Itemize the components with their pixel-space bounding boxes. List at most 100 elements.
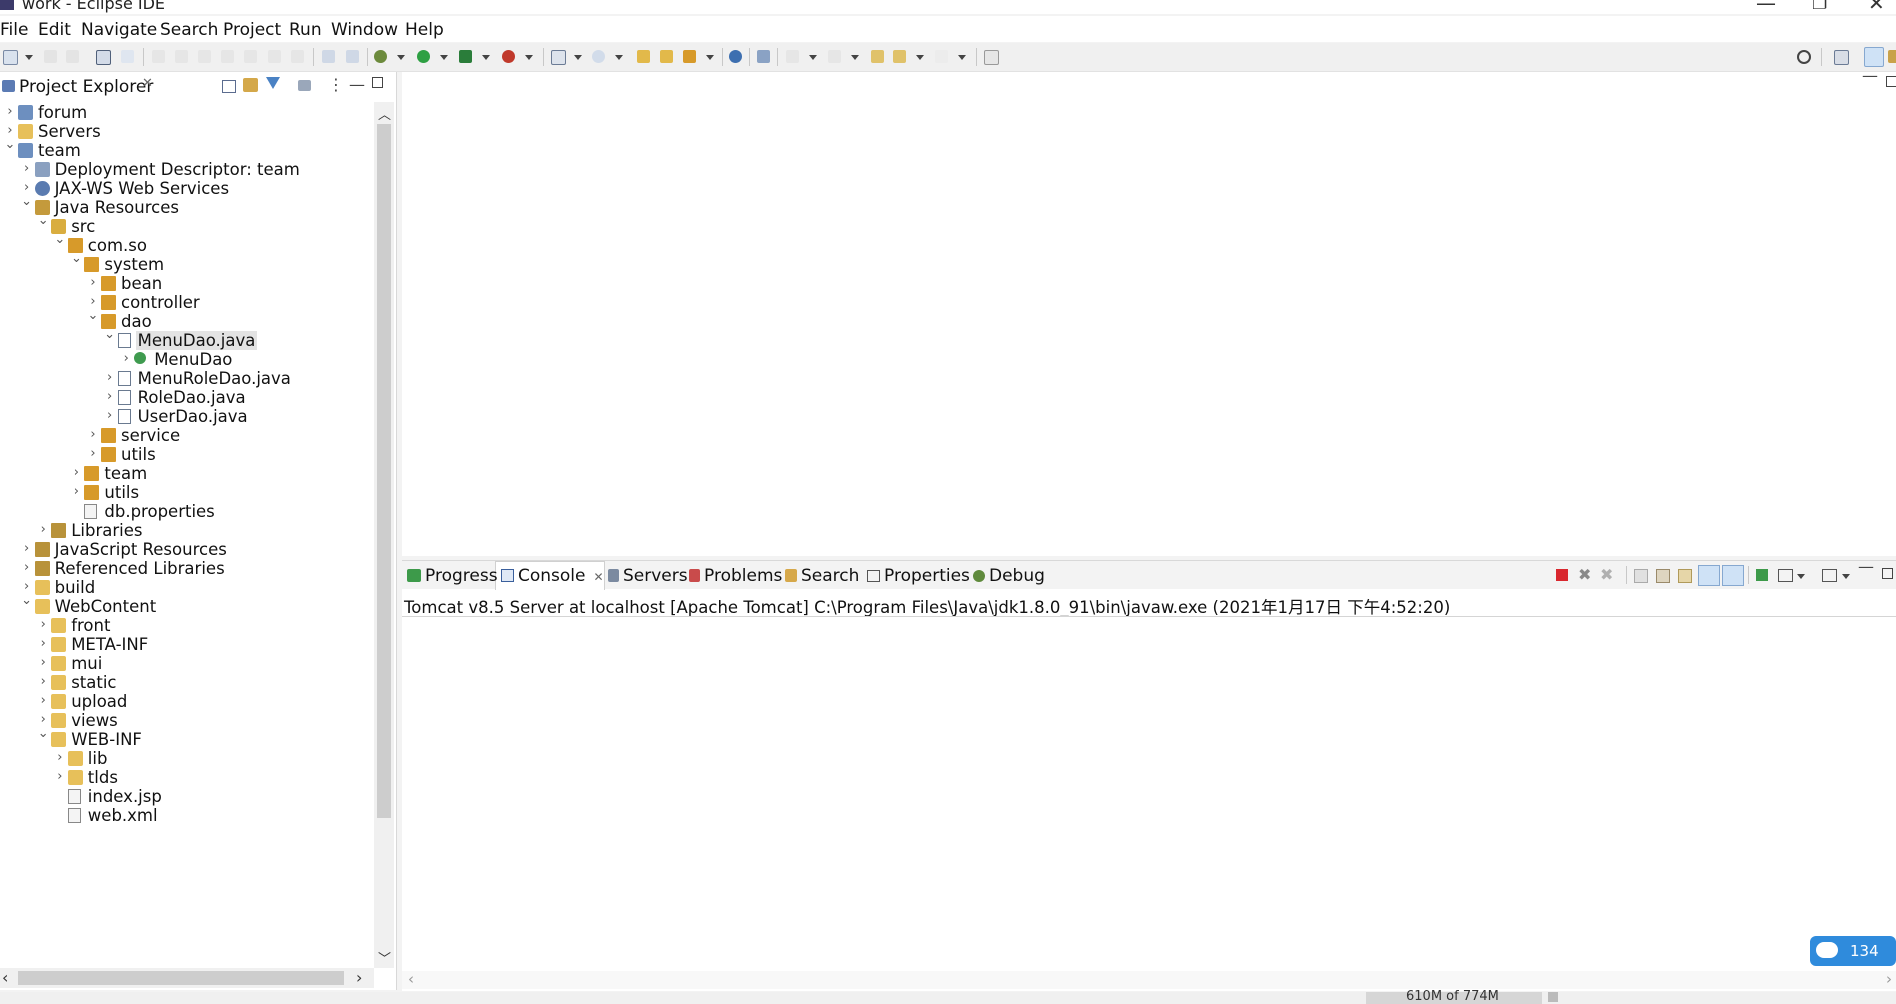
drop-to-frame-icon[interactable] (322, 50, 335, 63)
remove-launch-icon[interactable]: ✖ (1578, 565, 1591, 584)
scrollbar-thumb[interactable] (18, 971, 344, 985)
open-console-dropdown-icon[interactable] (1842, 574, 1850, 579)
next-annotation-icon[interactable] (786, 50, 799, 63)
new-server-icon[interactable] (551, 50, 566, 65)
chevron-right-icon[interactable]: › (70, 485, 82, 499)
close-view-icon[interactable]: ✕ (142, 76, 153, 91)
java-ee-perspective-icon[interactable] (1864, 47, 1884, 67)
maximize-console-icon[interactable] (1882, 568, 1893, 579)
chevron-right-icon[interactable]: › (37, 618, 49, 632)
chevron-right-icon[interactable]: › (37, 713, 49, 727)
chevron-right-icon[interactable]: › (37, 637, 49, 651)
chevron-right-icon[interactable]: › (21, 580, 33, 594)
chevron-right-icon[interactable]: › (54, 751, 66, 765)
open-perspective-icon[interactable] (1834, 50, 1849, 65)
menu-help[interactable]: Help (405, 20, 444, 40)
chevron-down-icon[interactable]: ⌄ (54, 233, 66, 247)
view-menu-icon[interactable]: ⋮ (328, 75, 344, 94)
chevron-right-icon[interactable]: › (104, 371, 116, 385)
new-java-class-icon[interactable] (592, 50, 605, 63)
chevron-right-icon[interactable]: › (21, 542, 33, 556)
scrollbar-thumb[interactable] (377, 124, 391, 818)
restore-icon[interactable]: ❐ (1812, 0, 1827, 14)
chevron-right-icon[interactable]: › (104, 390, 116, 404)
minimize-editor-icon[interactable]: — (1862, 66, 1878, 85)
forward-icon[interactable] (935, 50, 948, 63)
run-dropdown-icon[interactable] (440, 55, 448, 60)
explorer-horizontal-scrollbar[interactable]: ‹ › (0, 968, 374, 988)
terminate-icon[interactable] (1556, 569, 1568, 581)
chevron-right-icon[interactable]: › (120, 352, 132, 366)
menu-project[interactable]: Project (223, 20, 281, 40)
minimize-console-icon[interactable]: — (1858, 557, 1874, 576)
explorer-vertical-scrollbar[interactable]: ︿ ﹀ (374, 102, 394, 968)
cloud-sync-badge[interactable]: 134 (1810, 936, 1896, 966)
tab-properties[interactable]: Properties (867, 566, 970, 586)
step-into-icon[interactable] (244, 50, 257, 63)
chevron-right-icon[interactable]: › (70, 466, 82, 480)
open-console-icon[interactable] (1822, 569, 1837, 582)
new-class-dropdown-icon[interactable] (615, 55, 623, 60)
pen-dropdown-icon[interactable] (706, 55, 714, 60)
tab-servers[interactable]: Servers (608, 566, 688, 586)
chevron-right-icon[interactable]: › (87, 276, 99, 290)
chevron-down-icon[interactable]: ⌄ (37, 214, 49, 228)
search-toolbar-icon[interactable] (757, 50, 770, 63)
terminate-icon[interactable] (198, 50, 211, 63)
tab-project-explorer[interactable]: Project Explorer ✕ (0, 72, 160, 100)
pen-icon[interactable] (683, 50, 696, 63)
back-dropdown-icon[interactable] (916, 55, 924, 60)
scroll-right-icon[interactable]: › (1886, 970, 1892, 988)
next-annotation-dropdown-icon[interactable] (809, 55, 817, 60)
run-icon[interactable] (417, 50, 430, 63)
menu-search[interactable]: Search (160, 20, 218, 40)
forward-dropdown-icon[interactable] (958, 55, 966, 60)
close-tab-icon[interactable]: ✕ (594, 570, 604, 584)
console-output[interactable] (402, 617, 1896, 971)
link-with-editor-icon[interactable] (243, 78, 258, 92)
chevron-right-icon[interactable]: › (87, 428, 99, 442)
menu-navigate[interactable]: Navigate (81, 20, 157, 40)
previous-annotation-icon[interactable] (828, 50, 841, 63)
collapse-all-icon[interactable] (222, 80, 236, 93)
tab-progress[interactable]: Progress (407, 566, 498, 586)
coverage-dropdown-icon[interactable] (482, 55, 490, 60)
display-selected-console-icon[interactable] (1778, 569, 1793, 582)
chevron-down-icon[interactable]: ⌄ (104, 328, 116, 342)
scroll-down-icon[interactable]: ﹀ (378, 948, 391, 967)
menu-run[interactable]: Run (289, 20, 322, 40)
clear-console-icon[interactable] (1634, 569, 1648, 583)
last-edit-icon[interactable] (871, 50, 884, 63)
editor-area[interactable]: — (402, 66, 1896, 556)
chevron-right-icon[interactable]: › (21, 162, 33, 176)
menu-window[interactable]: Window (331, 20, 398, 40)
remove-all-terminated-icon[interactable]: ✖ (1600, 565, 1613, 584)
maximize-view-icon[interactable] (372, 77, 383, 88)
external-tools-icon[interactable] (502, 50, 515, 63)
show-console-on-stdout-icon[interactable] (1698, 565, 1720, 586)
chevron-right-icon[interactable]: › (37, 675, 49, 689)
chevron-down-icon[interactable]: ⌄ (21, 195, 33, 209)
step-over-icon[interactable] (268, 50, 281, 63)
scroll-lock-icon[interactable] (1656, 569, 1670, 583)
show-console-on-stderr-icon[interactable] (1722, 565, 1744, 586)
chevron-down-icon[interactable]: ⌄ (21, 594, 33, 608)
chevron-right-icon[interactable]: › (4, 105, 16, 119)
chevron-right-icon[interactable]: › (37, 694, 49, 708)
new-dropdown-icon[interactable] (25, 55, 33, 60)
back-icon[interactable] (893, 50, 906, 63)
heap-status[interactable]: 610M of 774M (1366, 989, 1542, 1004)
web-browser-icon[interactable] (729, 50, 742, 63)
scroll-right-icon[interactable]: › (356, 968, 362, 987)
tab-debug[interactable]: Debug (973, 566, 1045, 586)
save-icon[interactable] (44, 50, 57, 63)
chevron-down-icon[interactable]: ⌄ (4, 138, 16, 152)
scroll-left-icon[interactable]: ‹ (2, 968, 8, 987)
open-type-icon[interactable] (637, 50, 650, 63)
chevron-right-icon[interactable]: › (4, 124, 16, 138)
coverage-icon[interactable] (459, 50, 472, 63)
minimize-view-icon[interactable]: — (349, 75, 365, 94)
external-tools-dropdown-icon[interactable] (525, 55, 533, 60)
menu-edit[interactable]: Edit (38, 20, 71, 40)
chevron-right-icon[interactable]: › (21, 181, 33, 195)
